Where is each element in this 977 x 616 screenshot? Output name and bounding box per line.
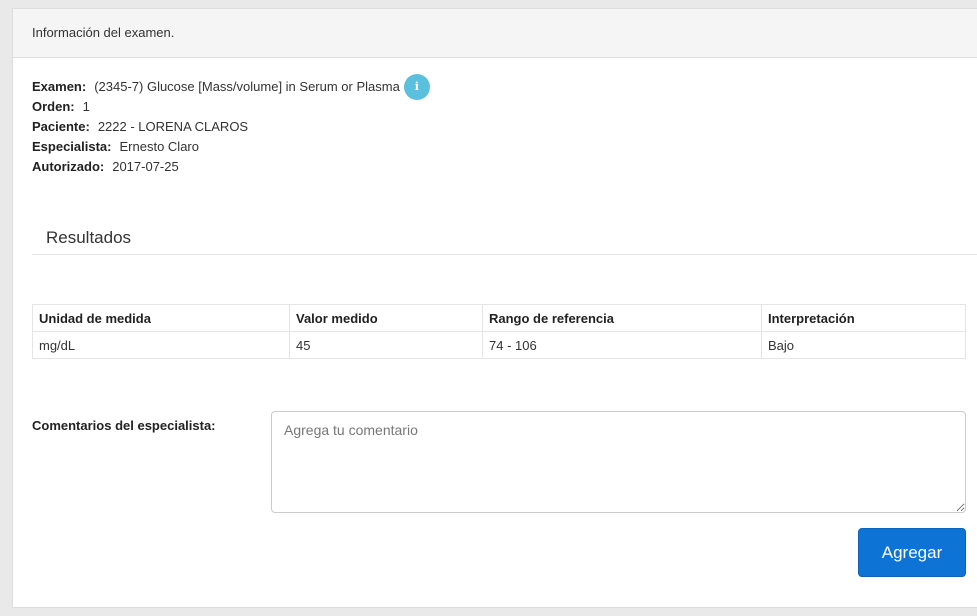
- panel-heading: Información del examen.: [13, 9, 977, 58]
- column-header-value: Valor medido: [289, 304, 483, 332]
- cell-value: 45: [289, 331, 483, 359]
- comments-textarea[interactable]: [271, 411, 966, 513]
- patient-row: Paciente: 2222 - LORENA CLAROS: [32, 117, 430, 137]
- patient-label: Paciente:: [32, 119, 90, 134]
- column-header-range: Rango de referencia: [482, 304, 762, 332]
- specialist-label: Especialista:: [32, 139, 112, 154]
- cell-interpretation: Bajo: [761, 331, 966, 359]
- specialist-value: Ernesto Claro: [119, 139, 199, 154]
- table-header-row: Unidad de medida Valor medido Rango de r…: [32, 304, 966, 332]
- cell-unit: mg/dL: [32, 331, 290, 359]
- column-header-interpretation: Interpretación: [761, 304, 966, 332]
- specialist-row: Especialista: Ernesto Claro: [32, 137, 430, 157]
- order-label: Orden:: [32, 99, 75, 114]
- order-row: Orden: 1: [32, 97, 430, 117]
- results-title: Resultados: [46, 228, 132, 247]
- authorized-label: Autorizado:: [32, 159, 105, 174]
- exam-value: (2345-7) Glucose [Mass/volume] in Serum …: [94, 79, 400, 94]
- patient-value: 2222 - LORENA CLAROS: [97, 119, 249, 134]
- add-button[interactable]: Agregar: [858, 528, 966, 577]
- table-row: mg/dL 45 74 - 106 Bajo: [32, 331, 966, 359]
- results-table: Unidad de medida Valor medido Rango de r…: [32, 304, 966, 359]
- authorized-value: 2017-07-25: [112, 159, 179, 174]
- comments-label: Comentarios del especialista:: [32, 418, 216, 433]
- exam-details: Examen: (2345-7) Glucose [Mass/volume] i…: [32, 74, 430, 177]
- column-header-unit: Unidad de medida: [32, 304, 290, 332]
- exam-row: Examen: (2345-7) Glucose [Mass/volume] i…: [32, 74, 430, 100]
- info-circle-icon[interactable]: i: [403, 74, 430, 100]
- exam-label: Examen:: [32, 79, 87, 94]
- order-value: 1: [82, 99, 90, 114]
- cell-range: 74 - 106: [482, 331, 762, 359]
- section-divider: [32, 254, 977, 255]
- exam-info-panel: Información del examen. Examen: (2345-7)…: [12, 8, 977, 608]
- authorized-row: Autorizado: 2017-07-25: [32, 157, 430, 177]
